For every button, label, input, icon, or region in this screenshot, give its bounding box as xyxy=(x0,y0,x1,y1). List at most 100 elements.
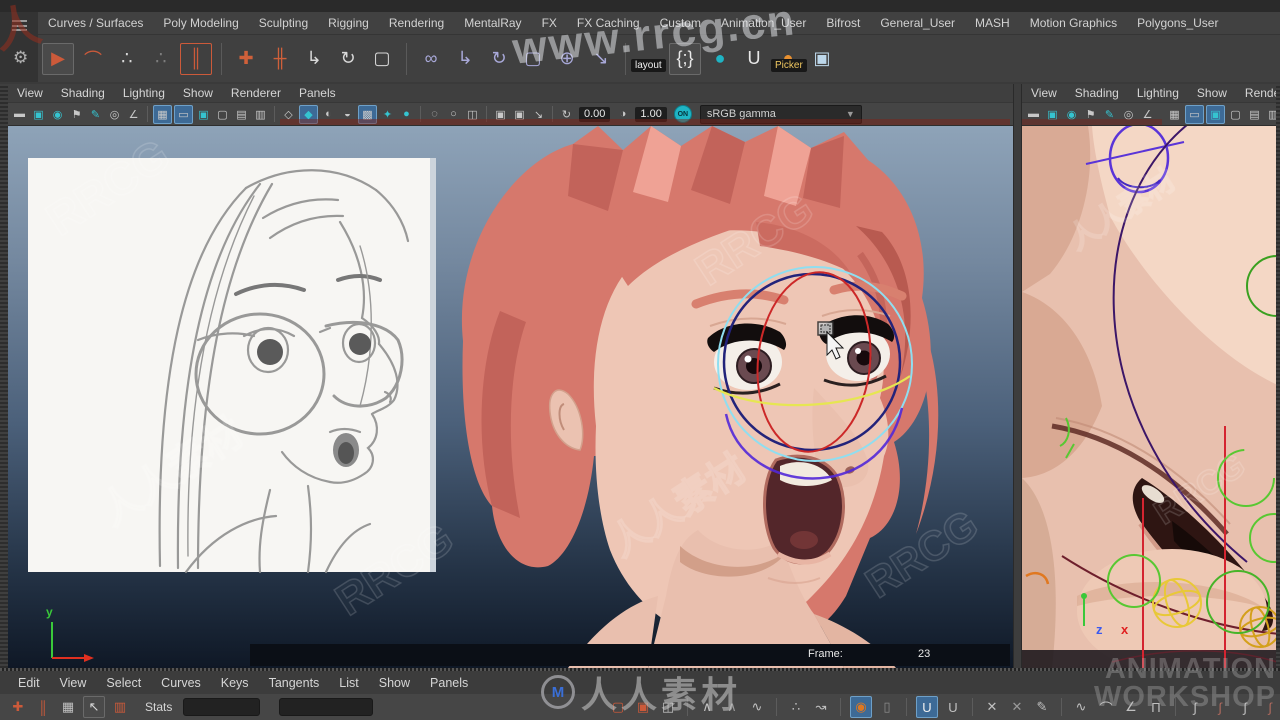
grid-toggle-icon[interactable]: ▦ xyxy=(1166,106,1183,123)
ge-menu-item-keys[interactable]: Keys xyxy=(211,674,259,692)
insert-keys-tool-icon[interactable]: ✚ xyxy=(8,697,28,717)
menu-item-fx[interactable]: FX xyxy=(532,14,567,32)
menu-item-fx-caching[interactable]: FX Caching xyxy=(567,14,650,32)
menu-item-rigging[interactable]: Rigging xyxy=(318,14,379,32)
menu-item-bifrost[interactable]: Bifrost xyxy=(816,14,870,32)
stats-value-field[interactable] xyxy=(279,698,374,716)
break-tangents-icon[interactable]: ✕ xyxy=(982,697,1002,717)
vp-menu-item-view[interactable]: View xyxy=(8,85,52,101)
aim-constraint-icon[interactable]: ⊕ xyxy=(552,44,582,74)
snap-magnet-icon[interactable]: U xyxy=(916,696,938,718)
bounding-box-mode-icon[interactable]: ◐ xyxy=(320,106,337,123)
ge-menu-item-show[interactable]: Show xyxy=(369,674,420,692)
vp2-menu-item-renderer[interactable]: Renderer xyxy=(1236,85,1280,101)
lock-camera-icon[interactable]: ▣ xyxy=(1044,106,1061,123)
menu-item-mash[interactable]: MASH xyxy=(965,14,1020,32)
frame-playback-icon[interactable]: ∧ xyxy=(722,697,742,717)
ge-menu-item-curves[interactable]: Curves xyxy=(151,674,211,692)
pre-infinity-cycle-icon[interactable]: ∴ xyxy=(786,697,806,717)
resolution-gate-icon[interactable]: ▣ xyxy=(1206,105,1225,124)
lights-toggle-icon[interactable]: ✦ xyxy=(379,106,396,123)
auto-tangent-icon[interactable]: ◉ xyxy=(850,696,872,718)
set-breakdown-icon[interactable]: ╫ xyxy=(265,44,295,74)
ge-menu-item-list[interactable]: List xyxy=(329,674,368,692)
xray-joints-icon[interactable]: ○ xyxy=(445,106,462,123)
xray-mode-icon[interactable]: ◌ xyxy=(426,106,443,123)
normalized-view-icon[interactable]: ◫ xyxy=(658,697,678,717)
point-constraint-icon[interactable]: ∞ xyxy=(416,44,446,74)
clamped-tangent-icon[interactable]: ⌒ xyxy=(1096,697,1116,717)
settings-gear-icon[interactable]: ⚙ xyxy=(13,48,28,68)
step-tangent-icon[interactable]: Π xyxy=(1146,697,1166,717)
insert-curve-4-icon[interactable]: ∫ xyxy=(1260,697,1280,717)
stacked-view-icon[interactable]: ▣ xyxy=(633,697,653,717)
contrast-icon[interactable]: ◑ xyxy=(614,106,631,123)
frame-all-icon[interactable]: ∧ xyxy=(697,697,717,717)
create-pose-icon[interactable]: ∴ xyxy=(112,44,142,74)
camera-attributes-icon[interactable]: ◉ xyxy=(1063,106,1080,123)
menu-item-animation-user[interactable]: Animation_User xyxy=(711,14,816,32)
camera-attributes-icon[interactable]: ◉ xyxy=(49,106,66,123)
curve-smoothness-icon[interactable]: ∿ xyxy=(747,697,767,717)
copy-view-icon[interactable]: ▣ xyxy=(492,106,509,123)
field-chart-icon[interactable]: ▤ xyxy=(1246,106,1263,123)
measure-icon[interactable]: ∠ xyxy=(1139,106,1156,123)
insert-curve-2-icon[interactable]: ∫ xyxy=(1210,697,1230,717)
move-key-icon[interactable]: ↳ xyxy=(299,44,329,74)
lattice-deform-keys-icon[interactable]: ▦ xyxy=(58,697,78,717)
field-chart-icon[interactable]: ▤ xyxy=(233,106,250,123)
scale-constraint-icon[interactable]: ▢ xyxy=(518,44,548,74)
vp-menu-item-show[interactable]: Show xyxy=(174,85,222,101)
smooth-shade-mode-icon[interactable]: ◆ xyxy=(299,105,318,124)
expression-editor-icon[interactable]: {;} xyxy=(669,43,701,75)
film-gate-icon[interactable]: ▭ xyxy=(174,105,193,124)
vp2-menu-item-shading[interactable]: Shading xyxy=(1066,85,1128,101)
menu-hamburger-icon[interactable] xyxy=(12,20,27,31)
shadows-toggle-icon[interactable]: ● xyxy=(398,106,415,123)
ge-menu-item-view[interactable]: View xyxy=(50,674,97,692)
lock-camera-icon[interactable]: ▣ xyxy=(30,106,47,123)
menu-item-motion-graphics[interactable]: Motion Graphics xyxy=(1020,14,1127,32)
textured-mode-icon[interactable]: ◒ xyxy=(339,106,356,123)
menu-item-general-user[interactable]: General_User xyxy=(870,14,965,32)
two-d-pan-zoom-icon[interactable]: ◎ xyxy=(106,106,123,123)
wireframe-mode-icon[interactable]: ◇ xyxy=(280,106,297,123)
contrast-field[interactable]: 1.00 xyxy=(635,107,666,122)
safe-action-icon[interactable]: ▥ xyxy=(252,106,269,123)
use-default-material-icon[interactable]: ▩ xyxy=(358,105,377,124)
vp-menu-item-lighting[interactable]: Lighting xyxy=(114,85,174,101)
snap-value-icon[interactable]: U xyxy=(943,697,963,717)
menu-item-polygons-user[interactable]: Polygons_User xyxy=(1127,14,1228,32)
color-management-on-toggle[interactable]: ON xyxy=(674,105,692,123)
free-tangent-weight-icon[interactable]: ✎ xyxy=(1032,697,1052,717)
vp2-menu-item-show[interactable]: Show xyxy=(1188,85,1236,101)
buffer-curve-snapshot-icon[interactable]: ║ xyxy=(33,697,53,717)
menu-item-custom[interactable]: Custom xyxy=(650,14,711,32)
menu-item-mentalray[interactable]: MentalRay xyxy=(454,14,531,32)
region-select-tool-icon[interactable]: ↖ xyxy=(83,696,105,718)
two-d-pan-zoom-icon[interactable]: ◎ xyxy=(1120,106,1137,123)
panel-layouts-icon[interactable]: ▣ xyxy=(807,44,837,74)
absolute-view-icon[interactable]: ▢ xyxy=(608,697,628,717)
vp2-menu-item-lighting[interactable]: Lighting xyxy=(1128,85,1188,101)
ge-menu-item-select[interactable]: Select xyxy=(96,674,151,692)
ghost-frames-icon[interactable]: ∴ xyxy=(146,44,176,74)
gate-mask-icon[interactable]: ▢ xyxy=(214,106,231,123)
orient-constraint-icon[interactable]: ↳ xyxy=(450,44,480,74)
viewport-canvas[interactable]: Frame: 23 y xyxy=(8,126,1013,668)
snap-magnet-icon[interactable]: U xyxy=(739,44,769,74)
picker-tool-icon[interactable]: ●Picker xyxy=(773,44,803,74)
bookmark-icon[interactable]: ⚑ xyxy=(1082,106,1099,123)
layout-tool-icon[interactable]: layout xyxy=(635,44,665,74)
bookmark-icon[interactable]: ⚑ xyxy=(68,106,85,123)
stats-time-field[interactable] xyxy=(183,698,259,716)
paste-view-icon[interactable]: ▣ xyxy=(511,106,528,123)
motion-trail-icon[interactable]: ⌒ xyxy=(78,44,108,74)
grid-toggle-icon[interactable]: ▦ xyxy=(153,105,172,124)
unify-tangents-icon[interactable]: ✕ xyxy=(1007,697,1027,717)
isolate-select-icon[interactable]: ◫ xyxy=(464,106,481,123)
vp-menu-item-shading[interactable]: Shading xyxy=(52,85,114,101)
measure-icon[interactable]: ∠ xyxy=(125,106,142,123)
spline-tangent-icon[interactable]: ∿ xyxy=(1071,697,1091,717)
select-camera-icon[interactable]: ▬ xyxy=(11,106,28,123)
